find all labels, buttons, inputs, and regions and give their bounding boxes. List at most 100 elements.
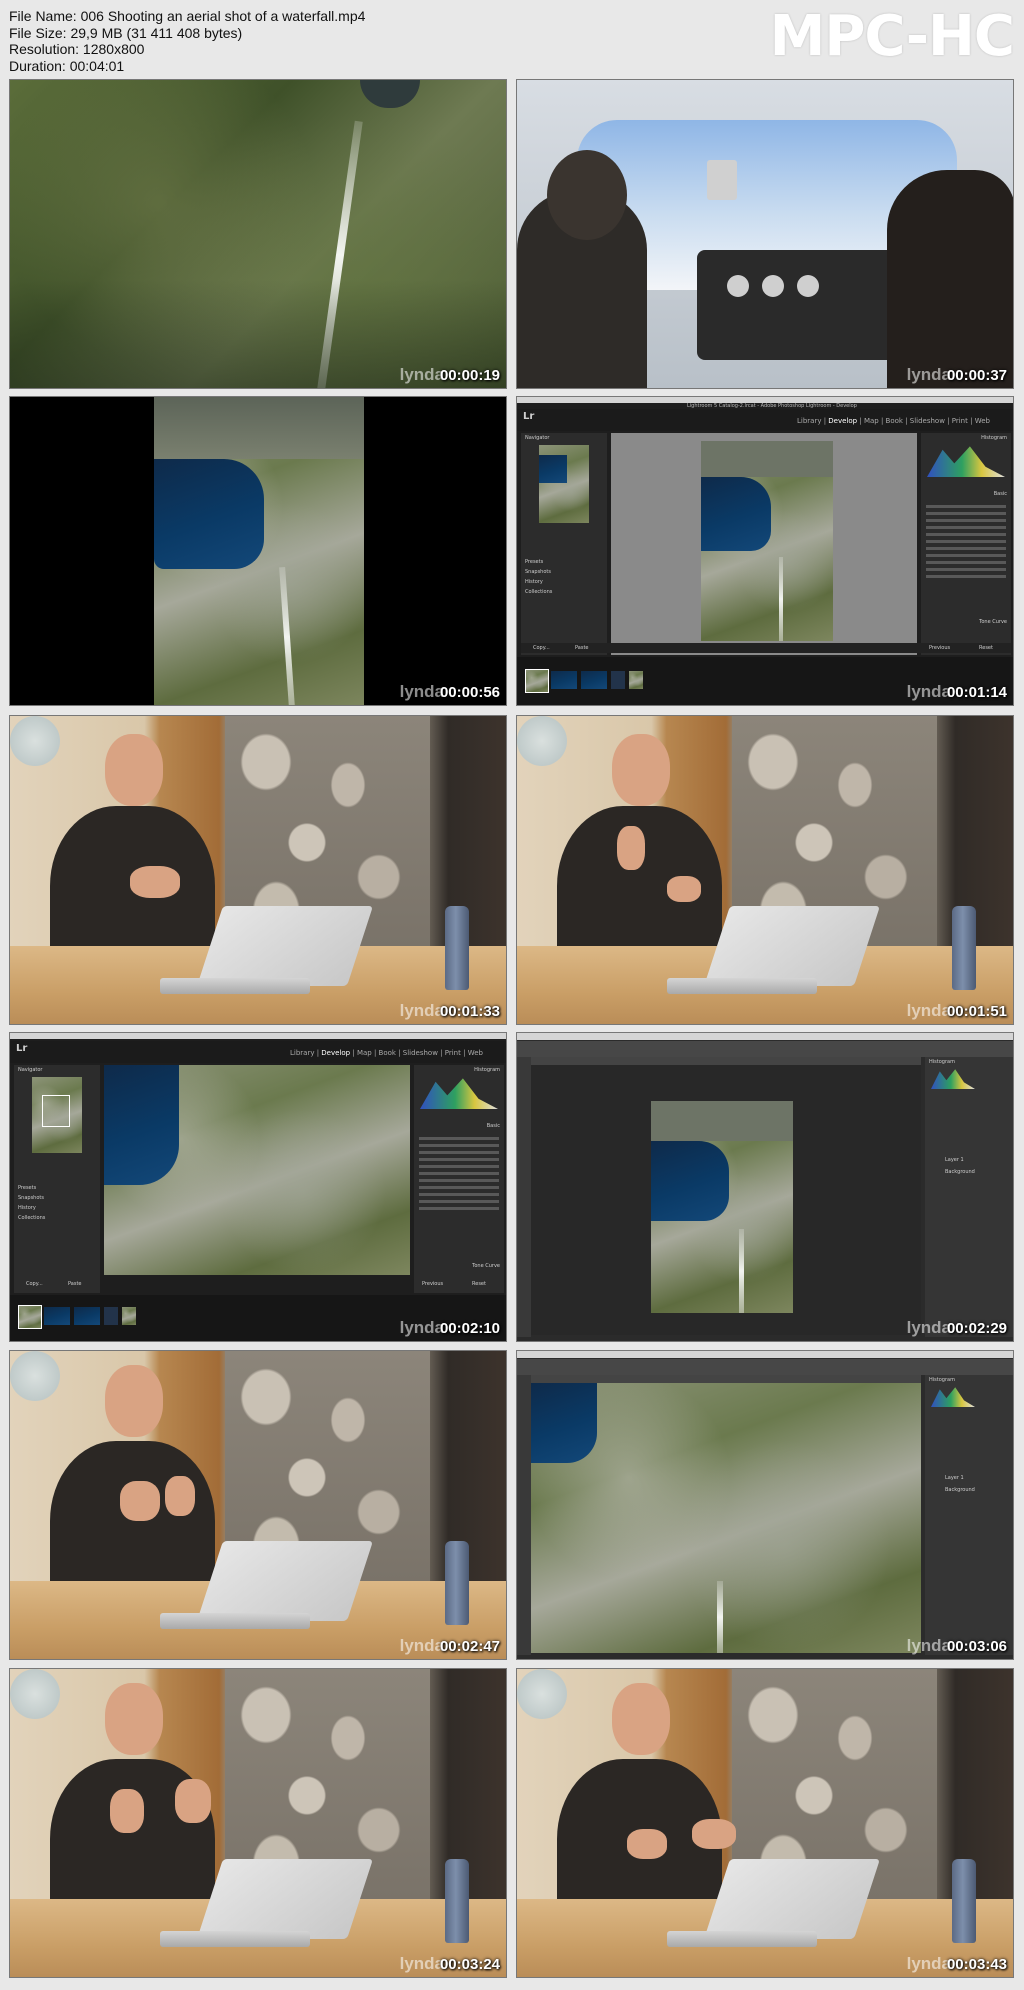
module-picker[interactable]: Library | Develop | Map | Book | Slidesh… — [290, 1049, 483, 1057]
thumbnail-12[interactable]: lynda 00:03:43 — [516, 1668, 1014, 1978]
presenter-hand — [617, 826, 645, 870]
module-library[interactable]: Library — [797, 417, 821, 425]
filmstrip-thumb[interactable] — [551, 671, 577, 689]
presenter-hand — [692, 1819, 736, 1849]
water-bottle — [445, 1541, 469, 1625]
panel-collections[interactable]: Collections — [525, 589, 552, 595]
pilot-right — [887, 170, 1013, 388]
panel-snapshots[interactable]: Snapshots — [18, 1195, 44, 1201]
watermark: lynda — [906, 1318, 951, 1337]
thumbnail-3[interactable]: lynda 00:00:56 — [9, 396, 507, 706]
filmstrip-thumb[interactable] — [18, 1305, 42, 1329]
panel-history[interactable]: History — [18, 1205, 36, 1211]
options-bar — [517, 1359, 1013, 1375]
water-bottle — [445, 1859, 469, 1943]
filmstrip-thumb[interactable] — [629, 671, 643, 689]
thumbnail-9[interactable]: lynda 00:02:47 — [9, 1350, 507, 1660]
layer-background[interactable]: Background — [945, 1487, 975, 1493]
module-web[interactable]: Web — [468, 1049, 483, 1057]
module-web[interactable]: Web — [975, 417, 990, 425]
module-library[interactable]: Library — [290, 1049, 314, 1057]
paste-button[interactable]: Paste — [575, 645, 589, 651]
panel-histogram[interactable]: Histogram — [921, 433, 1011, 443]
module-book[interactable]: Book — [886, 417, 903, 425]
lr-logo: Lr — [16, 1043, 28, 1054]
module-map[interactable]: Map — [864, 417, 879, 425]
tools-panel — [517, 1375, 531, 1655]
panel-histogram[interactable]: Histogram — [925, 1057, 1013, 1067]
options-bar — [517, 1041, 1013, 1057]
ridge — [651, 1101, 793, 1141]
module-slideshow[interactable]: Slideshow — [910, 417, 945, 425]
presenter-hand — [627, 1829, 667, 1859]
thumbnail-10[interactable]: Histogram Layer 1 Background lynda 00:03… — [516, 1350, 1014, 1660]
module-develop[interactable]: Develop — [828, 417, 857, 425]
copy-button[interactable]: Copy... — [533, 645, 550, 651]
panel-tone-curve[interactable]: Tone Curve — [979, 619, 1007, 625]
previous-button[interactable]: Previous — [422, 1281, 443, 1287]
reset-button[interactable]: Reset — [979, 645, 993, 651]
presenter-head — [105, 734, 163, 806]
zoom-box[interactable] — [42, 1095, 70, 1127]
reset-button[interactable]: Reset — [472, 1281, 486, 1287]
timestamp: 00:01:51 — [946, 1003, 1007, 1020]
laptop-base — [160, 978, 310, 994]
previous-button[interactable]: Previous — [929, 645, 950, 651]
module-book[interactable]: Book — [379, 1049, 396, 1057]
timestamp: 00:01:14 — [946, 684, 1007, 701]
thumbnail-2[interactable]: lynda 00:00:37 — [516, 79, 1014, 389]
timestamp: 00:03:43 — [946, 1956, 1007, 1973]
module-develop[interactable]: Develop — [321, 1049, 350, 1057]
resolution: Resolution: 1280x800 — [9, 41, 145, 57]
panel-presets[interactable]: Presets — [18, 1185, 36, 1191]
panel-navigator[interactable]: Navigator — [521, 433, 607, 443]
mac-menubar — [517, 1351, 1013, 1358]
laptop-screen — [704, 1859, 880, 1939]
histogram-graph — [931, 1387, 975, 1407]
paste-button[interactable]: Paste — [68, 1281, 82, 1287]
panel-snapshots[interactable]: Snapshots — [525, 569, 551, 575]
layer-1[interactable]: Layer 1 — [945, 1475, 964, 1481]
layer-1[interactable]: Layer 1 — [945, 1157, 964, 1163]
thumbnail-4[interactable]: Lightroom 5 Catalog-2.lrcat - Adobe Phot… — [516, 396, 1014, 706]
thumbnail-1[interactable]: lynda 00:00:19 — [9, 79, 507, 389]
panel-histogram[interactable]: Histogram — [414, 1065, 504, 1075]
filmstrip-thumb[interactable] — [122, 1307, 136, 1325]
filmstrip-thumb[interactable] — [581, 671, 607, 689]
watermark: lynda — [906, 1954, 951, 1973]
panel-tone-curve[interactable]: Tone Curve — [472, 1263, 500, 1269]
panel-navigator[interactable]: Navigator — [14, 1065, 100, 1075]
copy-button[interactable]: Copy... — [26, 1281, 43, 1287]
watermark: lynda — [906, 682, 951, 701]
panel-histogram[interactable]: Histogram — [925, 1375, 1013, 1385]
panel-collections[interactable]: Collections — [18, 1215, 45, 1221]
filmstrip-thumb[interactable] — [525, 669, 549, 693]
timestamp: 00:01:33 — [439, 1003, 500, 1020]
thumbnail-5[interactable]: lynda 00:01:33 — [9, 715, 507, 1025]
thumbnail-8[interactable]: Histogram Layer 1 Background lynda 00:02… — [516, 1032, 1014, 1342]
layer-background[interactable]: Background — [945, 1169, 975, 1175]
document-tab[interactable] — [531, 1375, 921, 1383]
thumbnail-7[interactable]: Lr Library | Develop | Map | Book | Slid… — [9, 1032, 507, 1342]
decor-shell — [10, 716, 60, 766]
panel-basic[interactable]: Basic — [994, 491, 1007, 497]
filmstrip-thumb[interactable] — [611, 671, 625, 689]
panel-basic[interactable]: Basic — [487, 1123, 500, 1129]
panel-presets[interactable]: Presets — [525, 559, 543, 565]
module-print[interactable]: Print — [445, 1049, 461, 1057]
timestamp: 00:00:19 — [439, 367, 500, 384]
module-slideshow[interactable]: Slideshow — [403, 1049, 438, 1057]
thumbnail-11[interactable]: lynda 00:03:24 — [9, 1668, 507, 1978]
module-print[interactable]: Print — [952, 417, 968, 425]
filmstrip-thumb[interactable] — [74, 1307, 100, 1325]
filmstrip-thumb[interactable] — [44, 1307, 70, 1325]
thumbnail-6[interactable]: lynda 00:01:51 — [516, 715, 1014, 1025]
document-tab[interactable] — [531, 1057, 921, 1065]
panel-history[interactable]: History — [525, 579, 543, 585]
module-map[interactable]: Map — [357, 1049, 372, 1057]
module-picker[interactable]: Library | Develop | Map | Book | Slidesh… — [797, 417, 990, 425]
filmstrip-thumb[interactable] — [104, 1307, 118, 1325]
gauge-icon — [727, 275, 749, 297]
decor-shell — [10, 1351, 60, 1401]
left-panel: Navigator Presets Snapshots History Coll… — [521, 433, 607, 655]
